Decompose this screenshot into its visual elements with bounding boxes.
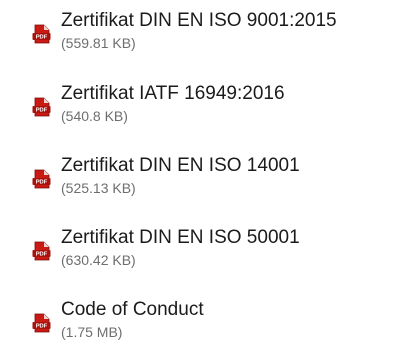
file-size-label: (630.42 KB) (61, 252, 136, 268)
document-download-list: PDF Zertifikat DIN EN ISO 9001:2015 (559… (0, 0, 407, 358)
pdf-icon[interactable]: PDF (32, 97, 51, 117)
pdf-icon[interactable]: PDF (32, 241, 51, 261)
document-item: PDF Zertifikat DIN EN ISO 9001:2015 (559… (0, 10, 407, 62)
svg-text:PDF: PDF (36, 324, 48, 330)
document-item: PDF Zertifikat DIN EN ISO 50001 (630.42 … (0, 227, 407, 279)
pdf-icon[interactable]: PDF (32, 169, 51, 189)
svg-text:PDF: PDF (36, 180, 48, 186)
document-link[interactable]: Zertifikat DIN EN ISO 9001:2015 (61, 10, 337, 32)
document-item: PDF Zertifikat DIN EN ISO 14001 (525.13 … (0, 155, 407, 207)
document-link[interactable]: Code of Conduct (61, 299, 204, 321)
document-link[interactable]: Zertifikat IATF 16949:2016 (61, 83, 285, 105)
document-item: PDF Code of Conduct (1.75 MB) (0, 299, 407, 351)
svg-text:PDF: PDF (36, 252, 48, 258)
svg-text:PDF: PDF (36, 108, 48, 114)
file-size-label: (525.13 KB) (61, 180, 136, 196)
file-size-label: (540.8 KB) (61, 108, 128, 124)
pdf-icon[interactable]: PDF (32, 24, 51, 44)
file-size-label: (559.81 KB) (61, 35, 136, 51)
document-link[interactable]: Zertifikat DIN EN ISO 14001 (61, 155, 300, 177)
document-item: PDF Zertifikat IATF 16949:2016 (540.8 KB… (0, 83, 407, 135)
file-size-label: (1.75 MB) (61, 324, 123, 340)
svg-text:PDF: PDF (36, 35, 48, 41)
pdf-icon[interactable]: PDF (32, 313, 51, 333)
document-link[interactable]: Zertifikat DIN EN ISO 50001 (61, 227, 300, 249)
